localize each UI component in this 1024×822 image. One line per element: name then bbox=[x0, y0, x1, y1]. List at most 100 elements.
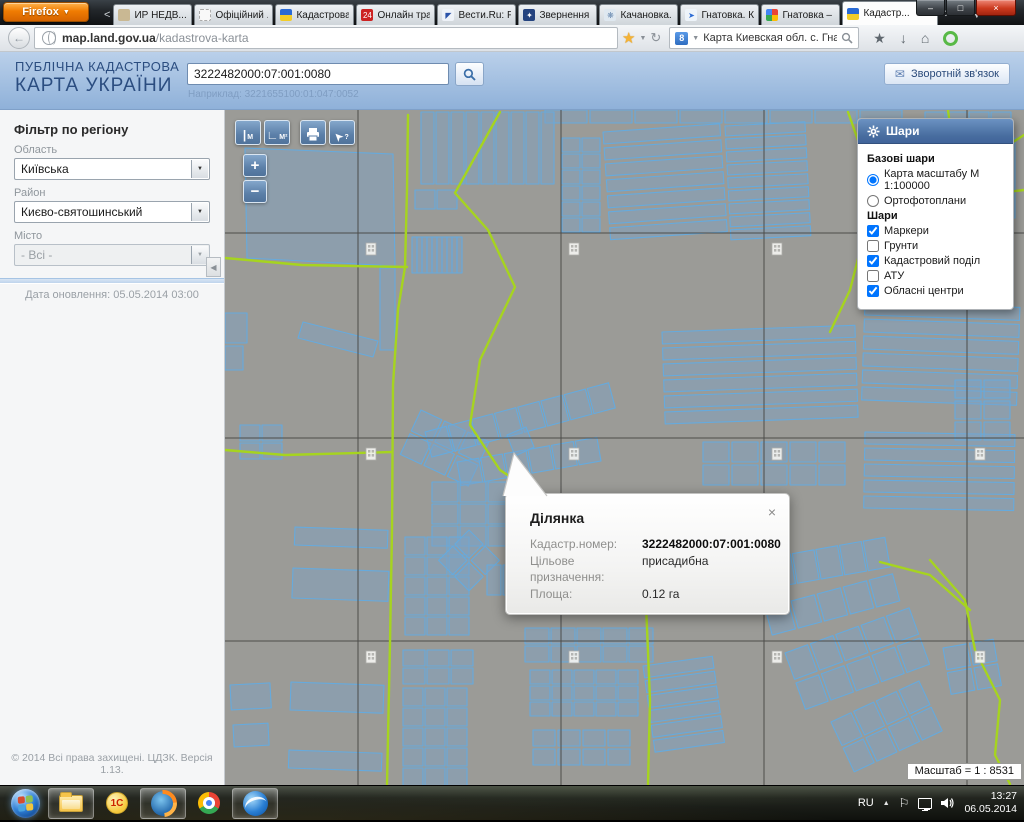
layers-section-title: Шари bbox=[867, 210, 1004, 222]
tab-favicon: ◤ bbox=[442, 9, 454, 21]
restore-button[interactable]: □ bbox=[946, 0, 975, 16]
1c-taskbar-icon[interactable]: 1С bbox=[98, 788, 136, 819]
envelope-icon: ✉ bbox=[895, 67, 905, 81]
checkbox[interactable] bbox=[867, 255, 879, 267]
tab[interactable]: ◤Вести.Ru: Р... bbox=[437, 4, 516, 25]
checkbox[interactable] bbox=[867, 285, 879, 297]
checkbox[interactable] bbox=[867, 225, 879, 237]
tab-title: Гнатовка. К... bbox=[701, 10, 754, 21]
popup-rows: Кадастр.номер:3222482000:07:001:0080Ціль… bbox=[506, 536, 789, 602]
globe-icon bbox=[42, 31, 56, 45]
tab[interactable]: ❋Качановка. ... bbox=[599, 4, 678, 25]
tab[interactable]: Кадастрова... bbox=[275, 4, 354, 25]
search-engine-query[interactable]: Карта Киевская обл. с. Гнатовка bbox=[703, 32, 837, 44]
google-earth-taskbar-icon[interactable] bbox=[232, 788, 278, 819]
tab-title: Офіційний ... bbox=[215, 10, 268, 21]
printer-icon bbox=[306, 128, 320, 141]
map-scale: Масштаб = 1 : 8531 bbox=[907, 763, 1022, 780]
map-sheet-marker-icon bbox=[569, 651, 579, 663]
layer-option[interactable]: Маркери bbox=[867, 225, 1004, 237]
firefox-menu-button[interactable]: Firefox ▼ bbox=[3, 2, 89, 22]
tab[interactable]: ИР НЕДВ... bbox=[113, 4, 192, 25]
layer-option[interactable]: Обласні центри bbox=[867, 285, 1004, 297]
chrome-taskbar-icon[interactable] bbox=[190, 788, 228, 819]
identify-button[interactable]: ➤? bbox=[329, 120, 355, 145]
popup-row: Цільове призначення:присадибна bbox=[530, 553, 789, 585]
map-sheet-marker-icon bbox=[772, 448, 782, 460]
firefox-taskbar-icon[interactable] bbox=[140, 788, 186, 819]
evernote-clipper-icon[interactable] bbox=[943, 31, 958, 46]
tab[interactable]: ✦Звернення ... bbox=[518, 4, 597, 25]
language-indicator[interactable]: RU bbox=[858, 797, 874, 809]
search-engine-bar[interactable]: 8 ▼ Карта Киевская обл. с. Гнатовка bbox=[669, 27, 859, 49]
tab[interactable]: Офіційний ... bbox=[194, 4, 273, 25]
tab[interactable]: 24Онлайн тра... bbox=[356, 4, 435, 25]
clock-date: 06.05.2014 bbox=[964, 803, 1017, 816]
print-button[interactable] bbox=[300, 120, 326, 145]
tab[interactable]: ➤ Гнатовка. К... bbox=[680, 4, 759, 25]
download-icon[interactable]: ↓ bbox=[900, 30, 907, 46]
speaker-icon[interactable] bbox=[941, 797, 955, 809]
filter-title: Фільтр по регіону bbox=[14, 122, 210, 137]
checkbox[interactable] bbox=[867, 240, 879, 252]
measure-length-button[interactable]: |М bbox=[235, 120, 261, 145]
bookmark-caret-icon[interactable]: ▼ bbox=[639, 35, 646, 42]
map-canvas[interactable]: |М∟М²➤? + − Шари Базові шари Карта масшт… bbox=[225, 110, 1024, 785]
site-title-line1: ПУБЛІЧНА КАДАСТРОВА bbox=[15, 60, 179, 75]
back-button[interactable]: ← bbox=[8, 27, 30, 49]
select-район[interactable]: Києво-святошинський▼ bbox=[14, 201, 210, 223]
region-filter-sidebar: Фільтр по регіону ОбластьКиївська▼РайонК… bbox=[0, 110, 225, 785]
clock[interactable]: 13:27 06.05.2014 bbox=[964, 790, 1019, 816]
url-text: map.land.gov.ua/kadastrova-karta bbox=[62, 31, 249, 45]
tab-title: Кадастрова... bbox=[296, 10, 349, 21]
radio-button[interactable] bbox=[867, 174, 879, 186]
zoom-out-button[interactable]: − bbox=[243, 180, 267, 203]
taskbar-apps: 1С bbox=[4, 788, 280, 819]
tray-expand-icon[interactable]: ▲ bbox=[883, 800, 890, 807]
network-icon[interactable] bbox=[918, 798, 932, 809]
feedback-button[interactable]: ✉ Зворотній зв'язок bbox=[884, 63, 1010, 85]
popup-close-icon[interactable]: × bbox=[768, 505, 776, 519]
select-область[interactable]: Київська▼ bbox=[14, 158, 210, 180]
layer-option[interactable]: Грунти bbox=[867, 240, 1004, 252]
search-icon[interactable] bbox=[841, 32, 853, 44]
feedback-label: Зворотній зв'язок bbox=[911, 68, 999, 80]
tab-favicon: ➤ bbox=[685, 9, 697, 21]
search-engine-caret-icon[interactable]: ▼ bbox=[692, 35, 699, 42]
layer-label: АТУ bbox=[884, 270, 904, 282]
radio-button[interactable] bbox=[867, 195, 879, 207]
action-center-flag-icon[interactable]: ⚐ bbox=[899, 796, 910, 810]
sidebar-collapse-button[interactable]: ◀ bbox=[206, 257, 221, 277]
chevron-down-icon[interactable]: ▼ bbox=[191, 160, 208, 178]
cadastral-search-input[interactable] bbox=[187, 63, 449, 85]
measure-area-button[interactable]: ∟М² bbox=[264, 120, 290, 145]
start-taskbar-icon[interactable] bbox=[6, 788, 44, 819]
bookmark-star-icon[interactable]: ★ bbox=[622, 29, 635, 47]
site-title-line2: КАРТА УКРАЇНИ bbox=[15, 75, 179, 97]
checkbox[interactable] bbox=[867, 270, 879, 282]
firefox-menu-label: Firefox bbox=[22, 6, 59, 18]
home-icon[interactable]: ⌂ bbox=[921, 30, 929, 46]
tab-title: ИР НЕДВ... bbox=[134, 10, 187, 21]
start-orb-icon[interactable] bbox=[11, 789, 40, 818]
close-button[interactable]: × bbox=[976, 0, 1016, 16]
chevron-down-icon[interactable]: ▼ bbox=[191, 203, 208, 221]
map-sheet-marker-icon bbox=[772, 243, 782, 255]
layer-option[interactable]: Кадастровий поділ bbox=[867, 255, 1004, 267]
base-layer-option[interactable]: Ортофотоплани bbox=[867, 195, 1004, 207]
tab-scroll-left-icon[interactable]: < bbox=[104, 9, 110, 21]
layers-panel-header[interactable]: Шари bbox=[858, 119, 1013, 144]
cadastral-search-button[interactable] bbox=[455, 62, 484, 86]
base-layer-option[interactable]: Карта масштабу М 1:100000 bbox=[867, 168, 1004, 192]
layer-option[interactable]: АТУ bbox=[867, 270, 1004, 282]
zoom-in-button[interactable]: + bbox=[243, 154, 267, 177]
minimize-button[interactable]: – bbox=[916, 0, 945, 16]
explorer-taskbar-icon[interactable] bbox=[48, 788, 94, 819]
tab[interactable]: Гнатовка – ... bbox=[761, 4, 840, 25]
bookmarks-panel-icon[interactable]: ★ bbox=[873, 30, 886, 47]
reload-icon[interactable]: ↻ bbox=[650, 30, 661, 46]
tab-favicon: ❋ bbox=[604, 9, 616, 21]
search-engine-icon[interactable]: 8 bbox=[675, 32, 688, 45]
url-bar[interactable]: map.land.gov.ua/kadastrova-karta bbox=[34, 27, 618, 49]
select-місто: - Всі -▼ bbox=[14, 244, 210, 266]
